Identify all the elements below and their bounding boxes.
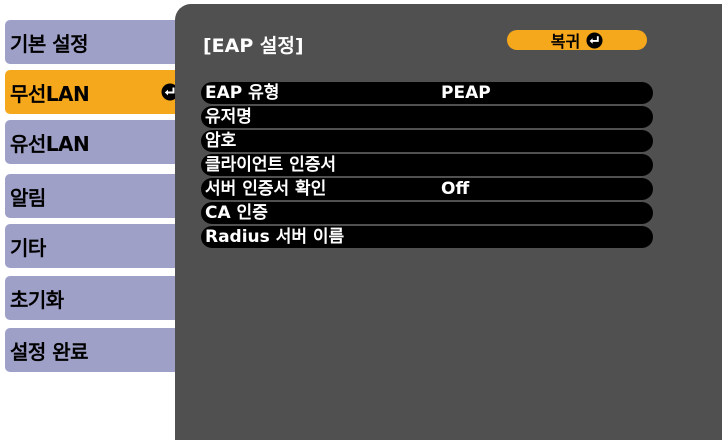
back-button[interactable]: 복귀 xyxy=(507,30,647,51)
setting-label: 클라이언트 인증서 xyxy=(205,155,337,175)
setting-row-radius-server-name[interactable]: Radius 서버 이름 xyxy=(201,226,653,248)
setting-value: Off xyxy=(441,179,470,199)
setting-label: CA 인증 xyxy=(205,203,268,223)
panel-title: [EAP 설정] xyxy=(203,35,304,57)
menu-item-basic-settings[interactable]: 기본 설정 xyxy=(5,20,189,64)
menu-item-label: 기본 설정 xyxy=(10,31,89,56)
menu-item-label: 초기화 xyxy=(10,287,64,312)
eap-settings-panel: [EAP 설정] 복귀 EAP 유형 PEAP 유저명 암호 클라이언트 인증서… xyxy=(175,4,722,440)
menu-item-setup-complete[interactable]: 설정 완료 xyxy=(5,328,189,372)
menu-item-label: 설정 완료 xyxy=(10,339,89,364)
projector-settings-screen: 기본 설정 무선LAN 유선LAN 알림 기타 초기화 설정 완료 [EAP 설… xyxy=(0,0,722,440)
setting-row-eap-type[interactable]: EAP 유형 PEAP xyxy=(201,82,653,104)
setting-label: Radius 서버 이름 xyxy=(205,227,345,247)
setting-row-user-name[interactable]: 유저명 xyxy=(201,106,653,128)
setting-row-ca-certificate[interactable]: CA 인증 xyxy=(201,202,653,224)
setting-row-verify-server-certificate[interactable]: 서버 인증서 확인 Off xyxy=(201,178,653,200)
menu-item-other[interactable]: 기타 xyxy=(5,224,189,268)
eap-settings-list: EAP 유형 PEAP 유저명 암호 클라이언트 인증서 서버 인증서 확인 O… xyxy=(201,82,653,250)
setting-row-password[interactable]: 암호 xyxy=(201,130,653,152)
setting-label: 서버 인증서 확인 xyxy=(205,179,327,199)
menu-item-label: 무선LAN xyxy=(10,81,90,106)
menu-item-label: 기타 xyxy=(10,235,46,260)
menu-item-wireless-lan[interactable]: 무선LAN xyxy=(5,70,185,114)
setting-label: 암호 xyxy=(205,131,237,151)
enter-icon xyxy=(586,31,603,49)
menu-item-label: 유선LAN xyxy=(10,131,90,156)
setting-row-client-certificate[interactable]: 클라이언트 인증서 xyxy=(201,154,653,176)
back-button-label: 복귀 xyxy=(550,32,581,51)
settings-menu: 기본 설정 무선LAN 유선LAN 알림 기타 초기화 설정 완료 xyxy=(0,0,190,440)
menu-item-reset[interactable]: 초기화 xyxy=(5,276,189,320)
menu-item-wired-lan[interactable]: 유선LAN xyxy=(5,120,189,164)
setting-value: PEAP xyxy=(441,83,491,103)
setting-label: EAP 유형 xyxy=(205,83,280,103)
menu-item-label: 알림 xyxy=(10,185,46,210)
menu-item-notification[interactable]: 알림 xyxy=(5,174,189,218)
setting-label: 유저명 xyxy=(205,107,252,127)
